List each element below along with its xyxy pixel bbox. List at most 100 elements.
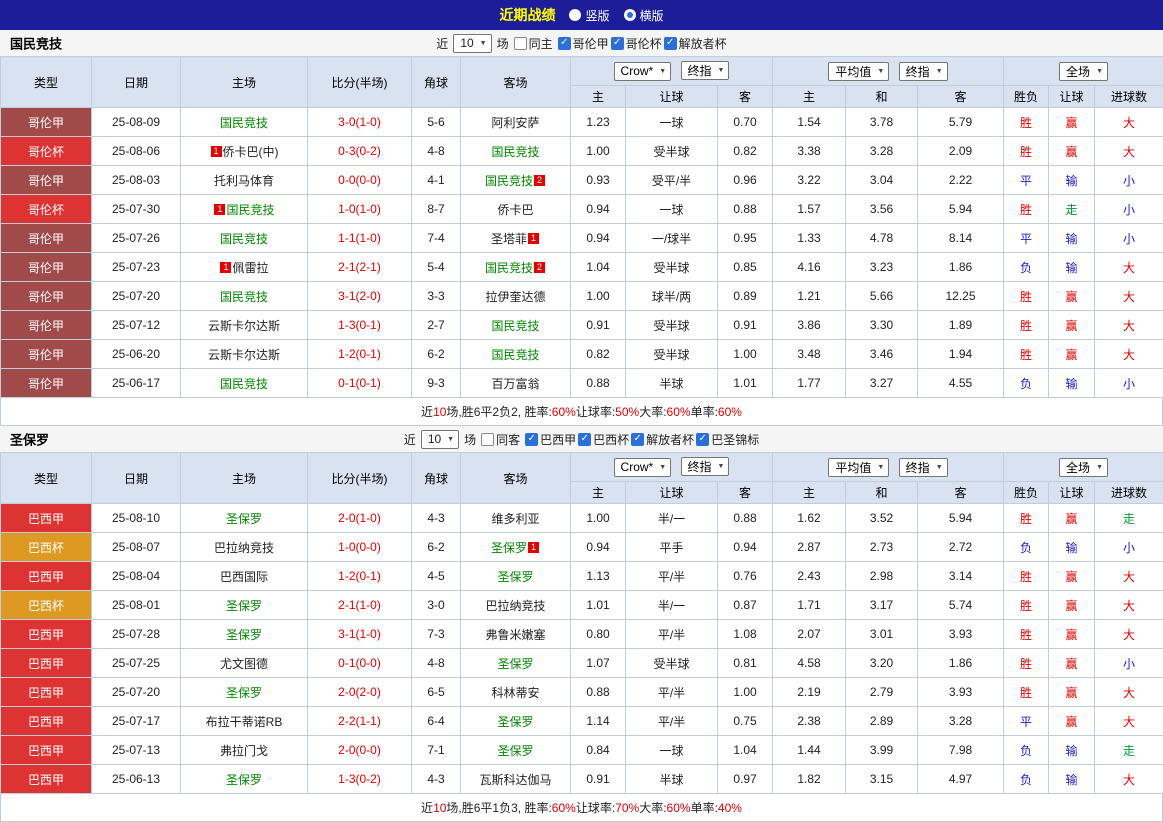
home-team-cell[interactable]: 尤文图德 (181, 649, 308, 678)
team-link[interactable]: 维多利亚 (491, 512, 539, 526)
team-link[interactable]: 国民竞技 (220, 377, 268, 391)
team-link[interactable]: 阿利安萨 (491, 116, 539, 130)
team-link[interactable]: 国民竞技 (220, 116, 268, 130)
away-team-cell[interactable]: 圣保罗 (461, 707, 571, 736)
team-link[interactable]: 圣保罗 (497, 570, 533, 584)
home-team-cell[interactable]: 1侨卡巴(中) (181, 137, 308, 166)
team-link[interactable]: 圣保罗 (226, 512, 262, 526)
team-link[interactable]: 国民竞技 (491, 319, 539, 333)
away-team-cell[interactable]: 圣保罗 (461, 736, 571, 765)
asian-final-index-select[interactable]: 终指▼ (681, 457, 730, 476)
away-team-cell[interactable]: 科林蒂安 (461, 678, 571, 707)
away-team-cell[interactable]: 国民竞技 (461, 311, 571, 340)
team-link[interactable]: 国民竞技 (491, 348, 539, 362)
home-team-cell[interactable]: 国民竞技 (181, 108, 308, 137)
team-link[interactable]: 圣保罗 (491, 541, 527, 555)
home-team-cell[interactable]: 圣保罗 (181, 765, 308, 794)
team-link[interactable]: 巴拉纳竞技 (214, 541, 274, 555)
layout-radio-horizontal[interactable]: 横版 (624, 7, 664, 24)
team-link[interactable]: 巴拉纳竞技 (485, 599, 545, 613)
team-link[interactable]: 圣保罗 (497, 657, 533, 671)
competition-checkbox[interactable]: 解放者杯 (664, 35, 727, 52)
team-link[interactable]: 圣保罗 (226, 628, 262, 642)
team-link[interactable]: 托利马体育 (214, 174, 274, 188)
away-team-cell[interactable]: 圣保罗 (461, 649, 571, 678)
home-team-cell[interactable]: 巴拉纳竞技 (181, 533, 308, 562)
team-link[interactable]: 布拉干蒂诺RB (206, 715, 283, 729)
team-link[interactable]: 弗拉门戈 (220, 744, 268, 758)
away-team-cell[interactable]: 侨卡巴 (461, 195, 571, 224)
match-count-select[interactable]: 10 ▼ (453, 34, 491, 53)
team-link[interactable]: 百万富翁 (491, 377, 539, 391)
away-team-cell[interactable]: 国民竞技 (461, 137, 571, 166)
home-team-cell[interactable]: 云斯卡尔达斯 (181, 340, 308, 369)
match-count-select[interactable]: 10 ▼ (421, 430, 459, 449)
away-team-cell[interactable]: 圣保罗 (461, 562, 571, 591)
team-link[interactable]: 尤文图德 (220, 657, 268, 671)
euro-average-select[interactable]: 平均值▼ (828, 62, 889, 81)
home-team-cell[interactable]: 国民竞技 (181, 224, 308, 253)
away-team-cell[interactable]: 国民竞技2 (461, 253, 571, 282)
scope-select[interactable]: 全场▼ (1059, 458, 1108, 477)
competition-checkbox[interactable]: 巴西杯 (578, 431, 629, 448)
team-link[interactable]: 弗鲁米嫩塞 (485, 628, 545, 642)
team-link[interactable]: 拉伊奎达德 (485, 290, 545, 304)
layout-radio-vertical[interactable]: 竖版 (569, 7, 609, 24)
away-team-cell[interactable]: 拉伊奎达德 (461, 282, 571, 311)
euro-average-select[interactable]: 平均值▼ (828, 458, 889, 477)
home-team-cell[interactable]: 圣保罗 (181, 591, 308, 620)
away-team-cell[interactable]: 瓦斯科达伽马 (461, 765, 571, 794)
team-link[interactable]: 圣塔菲 (491, 232, 527, 246)
same-venue-checkbox[interactable]: 同客 (481, 431, 520, 448)
home-team-cell[interactable]: 弗拉门戈 (181, 736, 308, 765)
team-link[interactable]: 圣保罗 (226, 599, 262, 613)
team-link[interactable]: 圣保罗 (226, 686, 262, 700)
euro-final-index-select[interactable]: 终指▼ (899, 62, 948, 81)
team-link[interactable]: 国民竞技 (485, 174, 533, 188)
home-team-cell[interactable]: 圣保罗 (181, 620, 308, 649)
away-team-cell[interactable]: 维多利亚 (461, 504, 571, 533)
competition-checkbox[interactable]: 解放者杯 (631, 431, 694, 448)
team-link[interactable]: 云斯卡尔达斯 (208, 348, 280, 362)
same-venue-checkbox[interactable]: 同主 (514, 35, 553, 52)
away-team-cell[interactable]: 百万富翁 (461, 369, 571, 398)
bookmaker-select[interactable]: Crow*▼ (614, 458, 672, 477)
team-link[interactable]: 国民竞技 (220, 290, 268, 304)
competition-checkbox[interactable]: 巴西甲 (525, 431, 576, 448)
team-link[interactable]: 圣保罗 (497, 744, 533, 758)
home-team-cell[interactable]: 布拉干蒂诺RB (181, 707, 308, 736)
scope-select[interactable]: 全场▼ (1059, 62, 1108, 81)
away-team-cell[interactable]: 弗鲁米嫩塞 (461, 620, 571, 649)
team-link[interactable]: 巴西国际 (220, 570, 268, 584)
home-team-cell[interactable]: 1佩雷拉 (181, 253, 308, 282)
home-team-cell[interactable]: 巴西国际 (181, 562, 308, 591)
team-link[interactable]: 国民竞技 (485, 261, 533, 275)
team-link[interactable]: 云斯卡尔达斯 (208, 319, 280, 333)
home-team-cell[interactable]: 圣保罗 (181, 678, 308, 707)
team-link[interactable]: 佩雷拉 (232, 261, 268, 275)
team-link[interactable]: 圣保罗 (497, 715, 533, 729)
team-link[interactable]: 侨卡巴(中) (223, 145, 279, 159)
team-link[interactable]: 国民竞技 (226, 203, 274, 217)
home-team-cell[interactable]: 1国民竞技 (181, 195, 308, 224)
home-team-cell[interactable]: 云斯卡尔达斯 (181, 311, 308, 340)
team-link[interactable]: 圣保罗 (226, 773, 262, 787)
competition-checkbox[interactable]: 巴圣锦标 (696, 431, 759, 448)
bookmaker-select[interactable]: Crow*▼ (614, 62, 672, 81)
home-team-cell[interactable]: 托利马体育 (181, 166, 308, 195)
home-team-cell[interactable]: 国民竞技 (181, 282, 308, 311)
competition-checkbox[interactable]: 哥伦甲 (558, 35, 609, 52)
team-link[interactable]: 国民竞技 (491, 145, 539, 159)
away-team-cell[interactable]: 国民竞技 (461, 340, 571, 369)
team-link[interactable]: 国民竞技 (220, 232, 268, 246)
away-team-cell[interactable]: 阿利安萨 (461, 108, 571, 137)
home-team-cell[interactable]: 圣保罗 (181, 504, 308, 533)
team-link[interactable]: 瓦斯科达伽马 (479, 773, 551, 787)
team-link[interactable]: 科林蒂安 (491, 686, 539, 700)
home-team-cell[interactable]: 国民竞技 (181, 369, 308, 398)
away-team-cell[interactable]: 国民竞技2 (461, 166, 571, 195)
away-team-cell[interactable]: 圣保罗1 (461, 533, 571, 562)
away-team-cell[interactable]: 巴拉纳竞技 (461, 591, 571, 620)
asian-final-index-select[interactable]: 终指▼ (681, 61, 730, 80)
competition-checkbox[interactable]: 哥伦杯 (611, 35, 662, 52)
